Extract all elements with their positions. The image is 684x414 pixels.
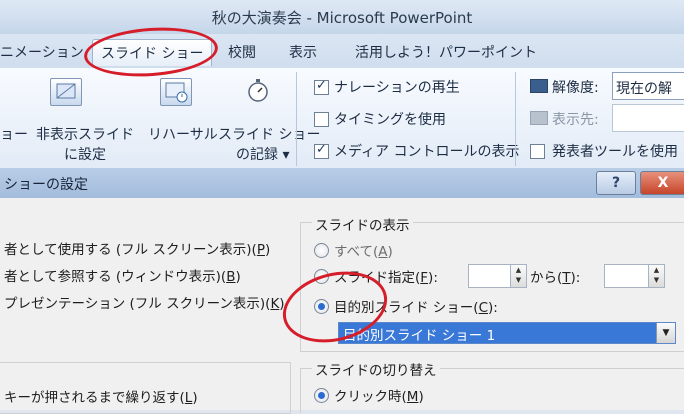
range-to-label: から(T): [530, 270, 581, 286]
show-range-radio[interactable] [314, 269, 329, 284]
ribbon-separator [296, 72, 297, 166]
custom-show-value: 目的別スライド ショー 1 [343, 328, 496, 344]
rehearse-timings-icon[interactable] [160, 78, 192, 106]
tab-katsuyo[interactable]: 活用しよう！パワーポイント [355, 42, 537, 62]
resolution-value: 現在の解 [616, 81, 672, 97]
resolution-dropdown[interactable]: 現在の解 [612, 72, 684, 100]
tab-slideshow[interactable]: スライド ショー [92, 39, 213, 66]
advance-manual-radio[interactable] [314, 388, 329, 403]
show-type-presenter-label[interactable]: 者として使用する (フル スクリーン表示)(P) [4, 238, 270, 258]
close-button[interactable]: X [640, 171, 684, 195]
monitor-icon [530, 79, 548, 93]
media-controls-checkbox[interactable] [314, 142, 329, 159]
display-icon [530, 111, 548, 125]
ribbon-separator [515, 72, 516, 166]
show-type-kiosk-label[interactable]: プレゼンテーション (フル スクリーン表示)(K) [4, 292, 285, 312]
ribbon-panel: ョー 非表示スライド に設定 リハーサル スライド ショー の記録 ▾ ナレーシ… [0, 68, 684, 169]
hide-slide-label-2[interactable]: に設定 [64, 144, 106, 164]
advance-slides-group-title: スライドの切り替え [312, 359, 440, 379]
ribbon-tab-bar: ニメーション スライド ショー 校閲 表示 活用しよう！パワーポイント [0, 34, 684, 68]
dialog-title-bar: ショーの設定 ? X [0, 168, 684, 198]
hide-slide-label[interactable]: 非表示スライド [36, 124, 134, 144]
custom-show-dropdown[interactable]: 目的別スライド ショー 1 ▼ [338, 322, 676, 344]
record-slideshow-label-2[interactable]: の記録 ▾ [236, 144, 289, 164]
stopwatch-icon[interactable] [245, 78, 271, 104]
range-from-spinner[interactable]: ▲ ▼ [510, 264, 527, 288]
dialog-title: ショーの設定 [4, 177, 88, 193]
media-controls-label: メディア コントロールの表示 [334, 144, 520, 160]
custom-show-radio[interactable] [314, 299, 329, 314]
narration-checkbox[interactable] [314, 78, 329, 95]
tab-view[interactable]: 表示 [289, 42, 317, 62]
range-from-input[interactable] [468, 264, 512, 288]
range-to-input[interactable] [604, 264, 650, 288]
timing-label: タイミングを使用 [334, 112, 446, 128]
show-all-label: すべて(A) [334, 244, 393, 260]
window-title-bar: 秋の大演奏会 - Microsoft PowerPoint [0, 0, 684, 34]
custom-show-label: 目的別スライド ショー(C): [334, 300, 498, 316]
tab-review[interactable]: 校閲 [228, 42, 256, 62]
rehearsal-label[interactable]: リハーサル [148, 124, 218, 144]
window-title: 秋の大演奏会 - Microsoft PowerPoint [211, 9, 473, 27]
tab-animations[interactable]: ニメーション [0, 42, 84, 62]
advance-manual-label: クリック時(M) [334, 389, 424, 405]
resolution-label: 解像度: [552, 80, 599, 96]
loop-until-esc-label[interactable]: キーが押されるまで繰り返す(L) [4, 386, 198, 406]
show-on-label: 表示先: [552, 112, 599, 128]
timing-checkbox[interactable] [314, 112, 329, 127]
range-to-spinner[interactable]: ▲ ▼ [648, 264, 665, 288]
show-all-radio[interactable] [314, 243, 329, 258]
show-slides-group-title: スライドの表示 [312, 214, 413, 234]
chevron-down-icon[interactable]: ▼ [656, 323, 675, 343]
hide-slide-icon[interactable] [50, 78, 82, 106]
presenter-view-label: 発表者ツールを使用 [552, 144, 678, 160]
show-type-window-label[interactable]: 者として参照する (ウィンドウ表示)(B) [4, 265, 241, 285]
presenter-view-checkbox[interactable] [530, 144, 545, 159]
show-button-label[interactable]: ョー [0, 124, 28, 144]
help-button[interactable]: ? [596, 171, 636, 195]
narration-label: ナレーションの再生 [334, 80, 460, 96]
show-range-label: スライド指定(F): [334, 270, 438, 286]
record-slideshow-label[interactable]: スライド ショー [218, 124, 320, 144]
show-on-dropdown[interactable] [612, 104, 684, 132]
